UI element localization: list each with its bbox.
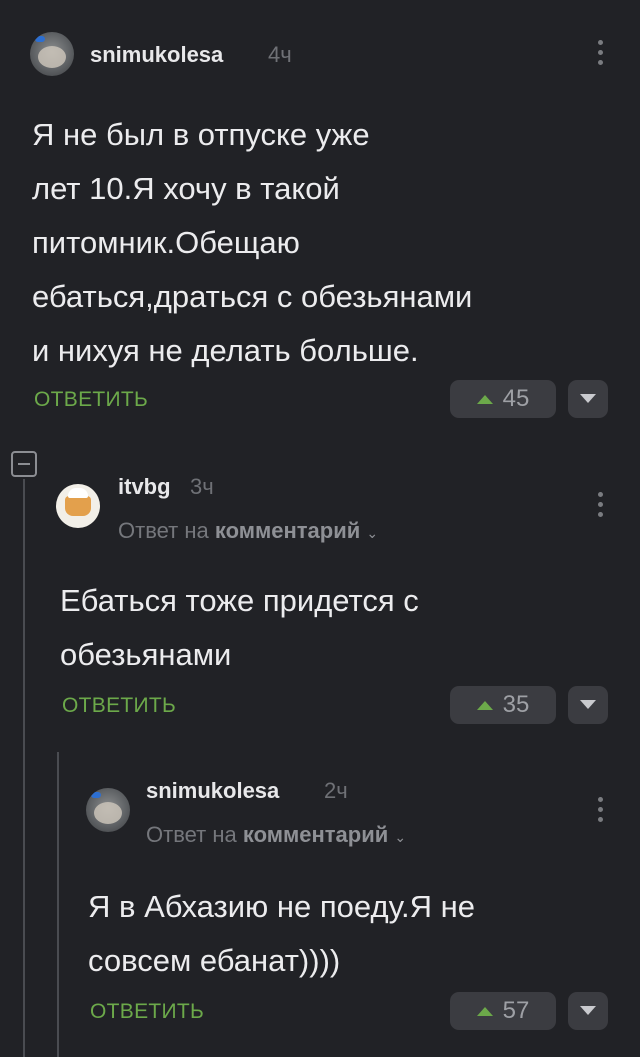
comment-text: Я в Абхазию не поеду.Я не совсем ебанат)… xyxy=(88,880,475,988)
reply-to-link[interactable]: Ответ на комментарий ⌄ xyxy=(118,518,378,544)
comment-line: ебаться,драться с обезьянами xyxy=(32,279,473,314)
downvote-button[interactable] xyxy=(568,992,608,1030)
comment-time: 4ч xyxy=(268,42,292,67)
more-options-icon[interactable] xyxy=(598,797,604,825)
comment-line: Ебаться тоже придется с xyxy=(60,583,419,618)
comment-line: лет 10.Я хочу в такой xyxy=(32,171,340,206)
reply-to-link[interactable]: Ответ на комментарий ⌄ xyxy=(146,822,406,848)
chevron-down-icon: ⌄ xyxy=(366,525,379,541)
reply-to-target: комментарий xyxy=(242,822,389,847)
comment-text: Ебаться тоже придется с обезьянами xyxy=(60,574,419,682)
vote-count: 35 xyxy=(502,691,530,718)
upvote-icon xyxy=(476,394,493,404)
reply-to-target: комментарий xyxy=(214,518,361,543)
upvote-button[interactable]: 45 xyxy=(450,380,556,418)
username[interactable]: itvbg xyxy=(118,474,171,500)
reply-button[interactable]: ОТВЕТИТЬ xyxy=(34,388,148,412)
comment-line: и нихуя не делать больше. xyxy=(32,333,419,368)
upvote-icon xyxy=(476,700,493,710)
chevron-down-icon: ⌄ xyxy=(394,829,407,845)
username[interactable]: snimukolesa xyxy=(90,42,223,68)
collapse-thread-button[interactable] xyxy=(11,451,37,477)
comment-time: 3ч xyxy=(190,474,214,499)
username[interactable]: snimukolesa xyxy=(146,778,279,804)
avatar[interactable] xyxy=(30,32,74,76)
comment-time: 2ч xyxy=(324,778,348,803)
reply-to-prefix: Ответ на xyxy=(146,822,237,847)
upvote-button[interactable]: 57 xyxy=(450,992,556,1030)
more-options-icon[interactable] xyxy=(598,40,604,68)
thread-line xyxy=(57,752,59,1057)
reply-to-prefix: Ответ на xyxy=(118,518,209,543)
comment-line: Я не был в отпуске уже xyxy=(32,117,370,152)
reply-button[interactable]: ОТВЕТИТЬ xyxy=(62,694,176,718)
comment-line: Я в Абхазию не поеду.Я не xyxy=(88,889,475,924)
avatar[interactable] xyxy=(56,484,100,528)
vote-count: 57 xyxy=(502,997,530,1024)
avatar[interactable] xyxy=(86,788,130,832)
more-options-icon[interactable] xyxy=(598,492,604,520)
comment-line: обезьянами xyxy=(60,637,232,672)
comment-text: Я не был в отпуске уже лет 10.Я хочу в т… xyxy=(32,108,472,378)
comment-line: совсем ебанат)))) xyxy=(88,943,341,978)
upvote-icon xyxy=(476,1006,493,1016)
comment-line: питомник.Обещаю xyxy=(32,225,300,260)
upvote-button[interactable]: 35 xyxy=(450,686,556,724)
downvote-button[interactable] xyxy=(568,686,608,724)
thread-line xyxy=(23,479,25,1057)
vote-count: 45 xyxy=(502,385,530,412)
reply-button[interactable]: ОТВЕТИТЬ xyxy=(90,1000,204,1024)
comments-thread: snimukolesa 4ч Я не был в отпуске уже ле… xyxy=(0,0,640,1057)
downvote-button[interactable] xyxy=(568,380,608,418)
